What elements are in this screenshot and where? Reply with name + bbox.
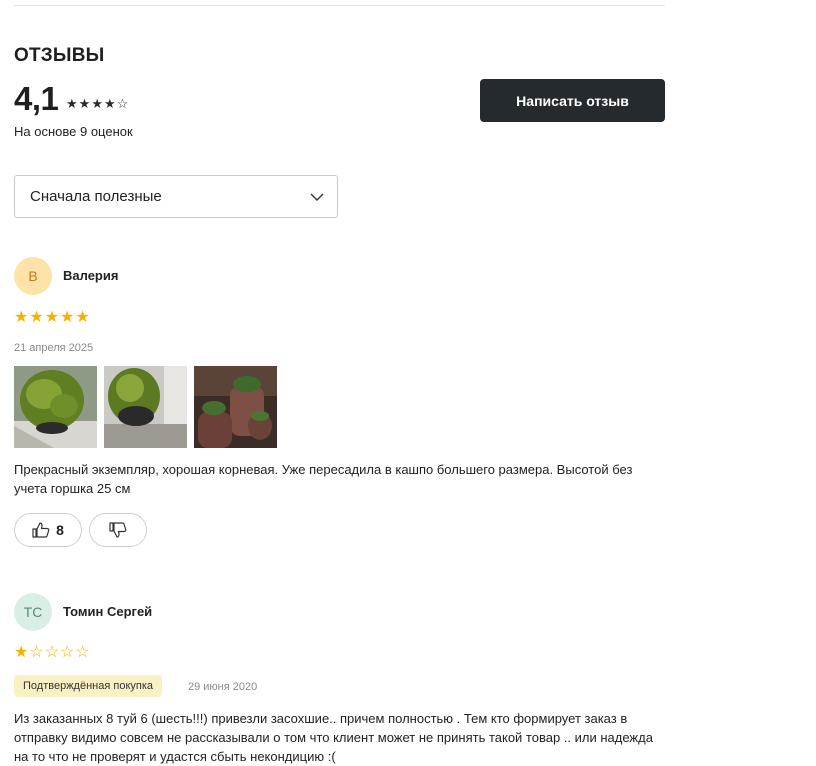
review-author: Валерия xyxy=(63,268,119,283)
star-outline-icon: ☆ xyxy=(29,644,45,661)
review-stars: ★☆☆☆☆ xyxy=(14,642,91,662)
review-photo-1[interactable] xyxy=(14,366,97,448)
write-review-button[interactable]: Написать отзыв xyxy=(480,79,665,122)
star-icon: ★ xyxy=(44,309,61,326)
sort-selected-value: Сначала полезные xyxy=(30,188,162,205)
reviews-title: ОТЗЫВЫ xyxy=(14,45,105,66)
star-outline-icon: ☆ xyxy=(44,644,61,661)
like-button[interactable]: 8 xyxy=(14,513,82,547)
review-stars: ★★★★★ xyxy=(14,307,91,327)
avatar-initials: ТС xyxy=(23,604,43,620)
star-icon: ★ xyxy=(75,309,91,326)
chevron-down-icon xyxy=(310,193,324,201)
star-icon: ★ xyxy=(78,96,92,111)
avatar-initials: В xyxy=(28,268,38,284)
review-text: Прекрасный экземпляр, хорошая корневая. … xyxy=(14,462,633,496)
star-icon: ★ xyxy=(14,309,30,326)
star-icon: ★ xyxy=(14,644,30,661)
verified-purchase-badge: Подтверждённая покупка xyxy=(14,675,163,697)
review-photo-2[interactable] xyxy=(104,366,187,448)
average-rating: 4,1 xyxy=(14,80,59,117)
avatar: В xyxy=(14,257,52,295)
star-icon: ★ xyxy=(91,96,104,111)
sort-select[interactable]: Сначала полезные xyxy=(14,175,338,218)
star-icon: ★ xyxy=(60,309,76,326)
star-icon: ★ xyxy=(29,309,45,326)
thumbs-down-icon xyxy=(109,522,127,538)
ratings-count: На основе 9 оценок xyxy=(14,124,133,139)
dislike-button[interactable] xyxy=(89,513,147,547)
avatar: ТС xyxy=(14,593,52,631)
star-outline-icon: ☆ xyxy=(60,644,76,661)
star-icon: ★ xyxy=(103,96,117,111)
review-author: Томин Сергей xyxy=(63,604,153,619)
star-icon: ★ xyxy=(66,96,79,111)
review-date: 29 июня 2020 xyxy=(188,681,258,693)
star-outline-icon: ☆ xyxy=(75,644,91,661)
thumbs-up-icon xyxy=(32,522,50,538)
average-rating-stars: ★★★★☆ xyxy=(66,96,129,112)
top-divider xyxy=(14,5,665,6)
review-date: 21 апреля 2025 xyxy=(14,342,94,354)
star-outline-icon: ☆ xyxy=(116,96,130,111)
review-text: Из заказанных 8 туй 6 (шесть!!!) привезл… xyxy=(14,711,653,764)
like-count: 8 xyxy=(56,522,64,538)
review-photo-3[interactable] xyxy=(194,366,277,448)
